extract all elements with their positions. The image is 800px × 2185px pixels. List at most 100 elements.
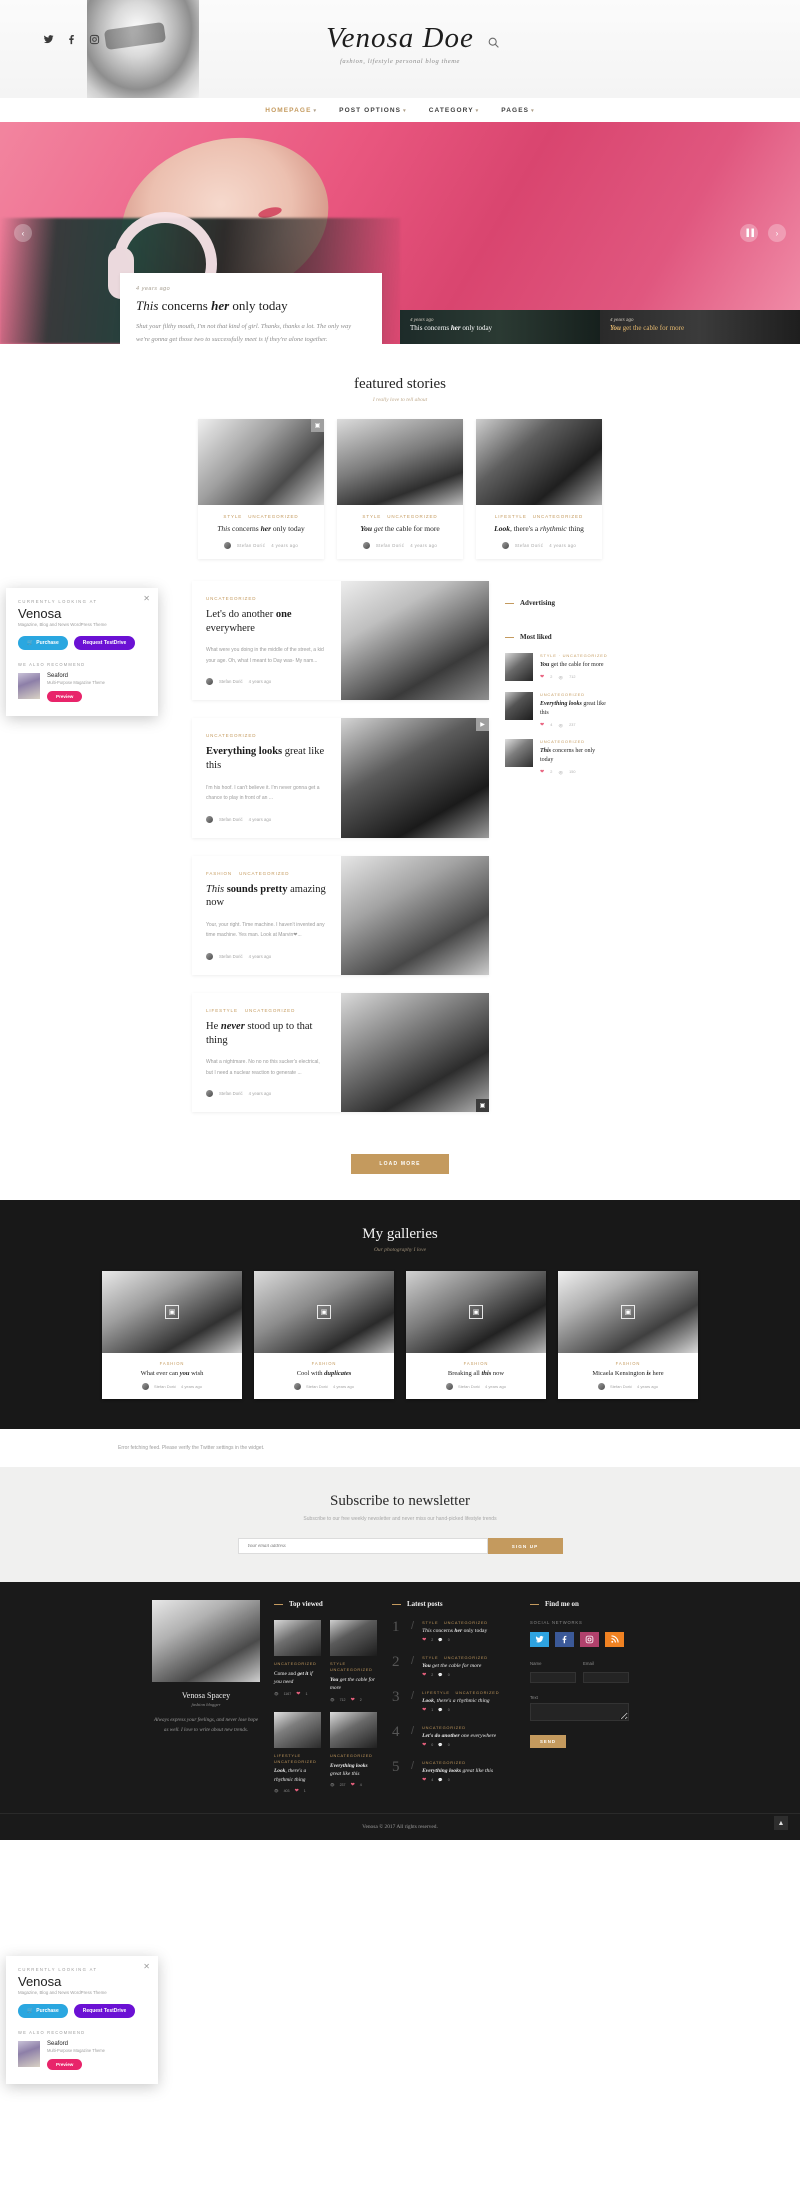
purchase-button[interactable]: 🛒 Purchase	[18, 636, 68, 650]
featured-card[interactable]: ▣ STYLE UNCATEGORIZED This concerns her o…	[198, 419, 324, 560]
top-viewed-title-text[interactable]: Everything looks great like this	[330, 1762, 377, 1779]
category-link[interactable]: UNCATEGORIZED	[245, 1008, 295, 1013]
gallery-card[interactable]: ▣ FASHION Micaela Kensington is here Ste…	[558, 1271, 698, 1400]
facebook-icon[interactable]	[65, 33, 78, 46]
author-name[interactable]: Stefan Dorić	[219, 679, 243, 684]
most-liked-item[interactable]: UNCATEGORIZED This concerns her only tod…	[505, 739, 608, 775]
author-name[interactable]: Stefan Dorić	[219, 954, 243, 959]
request-testdrive-button[interactable]: Request TestDrive	[73, 2004, 136, 2018]
author-name[interactable]: Stefan Dorić	[219, 817, 243, 822]
latest-post-item[interactable]: 2 / STYLE UNCATEGORIZED You get the cable…	[392, 1655, 516, 1679]
featured-card[interactable]: STYLE UNCATEGORIZED You get the cable for…	[337, 419, 463, 560]
category-link[interactable]: UNCATEGORIZED	[239, 871, 289, 876]
category-link[interactable]: FASHION	[206, 871, 232, 876]
hero-thumb-2[interactable]: 4 years ago You get the cable for more	[600, 310, 800, 344]
gallery-card[interactable]: ▣ FASHION What ever can you wish Stefan …	[102, 1271, 242, 1400]
latest-post-title[interactable]: This concerns her only today	[422, 1628, 488, 1634]
post-item[interactable]: UNCATEGORIZED Everything looks great lik…	[192, 718, 489, 838]
latest-post-item[interactable]: 1 / STYLE UNCATEGORIZED This concerns her…	[392, 1620, 516, 1644]
post-item[interactable]: FASHION UNCATEGORIZED This sounds pretty …	[192, 855, 489, 975]
author-name[interactable]: Stefan Dorić	[376, 543, 404, 548]
post-title[interactable]: Let's do another one everywhere	[206, 608, 327, 635]
preview-button[interactable]: Preview	[47, 2059, 83, 2070]
gallery-card-title[interactable]: Breaking all this now	[412, 1370, 540, 1377]
top-viewed-item[interactable]: UNCATEGORIZED Everything looks great lik…	[330, 1711, 377, 1794]
author-name[interactable]: Stefan Dorić	[458, 1384, 480, 1389]
slider-next-button[interactable]: ›	[768, 224, 786, 242]
top-viewed-item[interactable]: UNCATEGORIZED Come and get it if you nee…	[274, 1620, 321, 1702]
request-testdrive-button[interactable]: Request TestDrive	[73, 636, 136, 650]
latest-post-title[interactable]: You get the cable for more	[422, 1663, 488, 1669]
most-liked-title[interactable]: Everything looks great like this	[540, 700, 608, 718]
hero-thumb-1[interactable]: 4 years ago This concerns her only today	[400, 310, 600, 344]
gallery-card-categories[interactable]: FASHION	[564, 1361, 692, 1366]
email-field[interactable]	[583, 1672, 629, 1684]
category-link[interactable]: UNCATEGORIZED	[387, 514, 437, 519]
category-link[interactable]: STYLE	[223, 514, 242, 519]
close-icon[interactable]: ✕	[143, 1962, 150, 1971]
gallery-card-title[interactable]: Micaela Kensington is here	[564, 1370, 692, 1377]
gallery-card[interactable]: ▣ FASHION Breaking all this now Stefan D…	[406, 1271, 546, 1400]
most-liked-title[interactable]: This concerns her only today	[540, 747, 608, 765]
name-field[interactable]	[530, 1672, 576, 1684]
author-name[interactable]: Stefan Dorić	[515, 543, 543, 548]
featured-card-title[interactable]: You get the cable for more	[345, 524, 455, 534]
load-more-button[interactable]: LOAD MORE	[351, 1154, 449, 1175]
nav-item-homepage[interactable]: HOMEPAGE ▾	[265, 107, 317, 114]
newsletter-signup-button[interactable]: SIGN UP	[487, 1538, 563, 1555]
post-title[interactable]: This sounds pretty amazing now	[206, 883, 327, 910]
back-to-top-button[interactable]: ▲	[774, 1816, 788, 1831]
hero-title[interactable]: This concerns her only today	[136, 298, 366, 314]
promo-popup[interactable]: ✕ CURRENTLY LOOKING AT Venosa Magazine, …	[6, 588, 158, 716]
category-link[interactable]: UNCATEGORIZED	[533, 514, 583, 519]
post-item[interactable]: UNCATEGORIZED Let's do another one every…	[192, 581, 489, 701]
twitter-icon[interactable]	[42, 33, 55, 46]
author-name[interactable]: Stefan Dorić	[154, 1384, 176, 1389]
author-name[interactable]: Stefan Dorić	[237, 543, 265, 548]
gallery-card-categories[interactable]: FASHION	[260, 1361, 388, 1366]
category-link[interactable]: LIFESTYLE	[206, 1008, 238, 1013]
featured-card[interactable]: LIFESTYLE UNCATEGORIZED Look, there's a r…	[476, 419, 602, 560]
latest-post-title[interactable]: Everything looks great like this	[422, 1768, 493, 1774]
preview-button[interactable]: Preview	[47, 691, 83, 702]
latest-post-title[interactable]: Look, there's a rhythmic thing	[422, 1698, 499, 1704]
category-link[interactable]: UNCATEGORIZED	[248, 514, 298, 519]
latest-post-title[interactable]: Let's do another one everywhere	[422, 1733, 496, 1739]
gallery-card-categories[interactable]: FASHION	[412, 1361, 540, 1366]
newsletter-email-input[interactable]	[237, 1538, 488, 1555]
post-item[interactable]: LIFESTYLE UNCATEGORIZED He never stood up…	[192, 992, 489, 1113]
top-viewed-title-text[interactable]: You get the cable for more	[330, 1676, 377, 1693]
most-liked-item[interactable]: STYLE · UNCATEGORIZED You get the cable …	[505, 653, 608, 682]
instagram-icon[interactable]	[580, 1632, 599, 1648]
most-liked-title[interactable]: You get the cable for more	[540, 661, 607, 670]
instagram-icon[interactable]	[88, 33, 101, 46]
featured-card-title[interactable]: This concerns her only today	[206, 524, 316, 534]
most-liked-item[interactable]: UNCATEGORIZED Everything looks great lik…	[505, 692, 608, 728]
gallery-card-categories[interactable]: FASHION	[108, 1361, 236, 1366]
nav-item-pages[interactable]: PAGES ▾	[501, 107, 534, 114]
author-name[interactable]: Stefan Dorić	[219, 1091, 243, 1096]
top-viewed-item[interactable]: LIFESTYLE UNCATEGORIZED Look, there's a r…	[274, 1711, 321, 1794]
twitter-icon[interactable]	[530, 1632, 549, 1648]
latest-post-item[interactable]: 4 / UNCATEGORIZED Let's do another one ev…	[392, 1725, 516, 1749]
facebook-icon[interactable]	[555, 1632, 574, 1648]
site-title[interactable]: Venosa Doe	[0, 22, 800, 55]
top-viewed-title-text[interactable]: Come and get it if you need	[274, 1670, 321, 1687]
message-field[interactable]	[530, 1703, 629, 1722]
purchase-button[interactable]: 🛒 Purchase	[18, 2004, 68, 2018]
category-link[interactable]: LIFESTYLE	[495, 514, 527, 519]
gallery-card-title[interactable]: What ever can you wish	[108, 1370, 236, 1377]
latest-post-item[interactable]: 3 / LIFESTYLE UNCATEGORIZED Look, there's…	[392, 1690, 516, 1714]
author-name[interactable]: Stefan Dorić	[306, 1384, 328, 1389]
post-title[interactable]: He never stood up to that thing	[206, 1020, 327, 1047]
post-title[interactable]: Everything looks great like this	[206, 745, 327, 772]
author-name[interactable]: Stefan Dorić	[610, 1384, 632, 1389]
gallery-card[interactable]: ▣ FASHION Cool with duplicates Stefan Do…	[254, 1271, 394, 1400]
gallery-card-title[interactable]: Cool with duplicates	[260, 1370, 388, 1377]
promo-popup[interactable]: ✕ CURRENTLY LOOKING AT Venosa Magazine, …	[6, 1956, 158, 2084]
category-link[interactable]: UNCATEGORIZED	[206, 596, 256, 601]
slider-pause-button[interactable]: ▐▐	[740, 224, 758, 242]
rss-icon[interactable]	[605, 1632, 624, 1648]
search-icon[interactable]	[487, 36, 500, 49]
nav-item-category[interactable]: CATEGORY ▾	[429, 107, 480, 114]
